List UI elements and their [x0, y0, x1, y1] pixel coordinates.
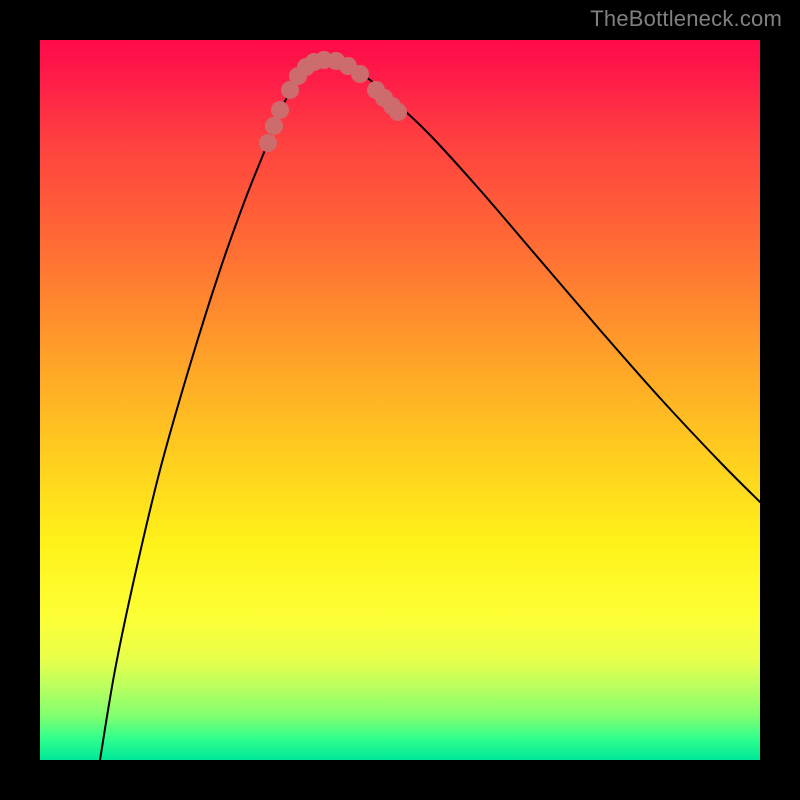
- highlight-dot: [351, 65, 369, 83]
- chart-svg: [40, 40, 760, 760]
- highlight-markers: [259, 51, 407, 152]
- outer-frame: TheBottleneck.com: [0, 0, 800, 800]
- bottleneck-curve: [100, 60, 760, 760]
- highlight-dot: [271, 101, 289, 119]
- highlight-dot: [389, 103, 407, 121]
- highlight-dot: [259, 134, 277, 152]
- watermark-text: TheBottleneck.com: [590, 6, 782, 32]
- highlight-dot: [265, 117, 283, 135]
- plot-area: [40, 40, 760, 760]
